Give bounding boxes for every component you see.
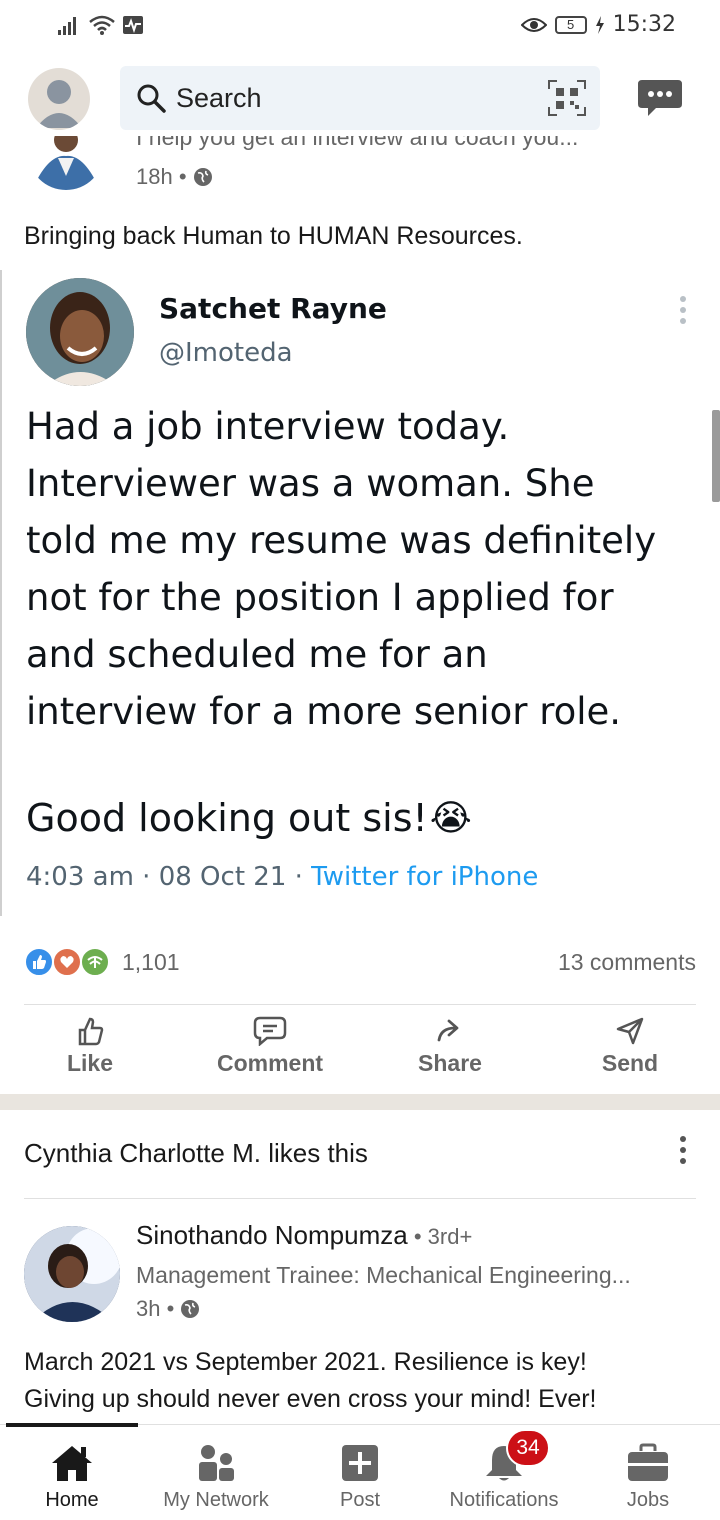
activity-icon xyxy=(123,16,143,34)
tweet-text: Had a job interview today. Interviewer w… xyxy=(26,398,706,740)
messaging-icon[interactable] xyxy=(636,78,684,120)
signal-icon xyxy=(58,17,76,35)
connection-degree: • 3rd+ xyxy=(407,1224,473,1249)
like-icon xyxy=(78,1017,104,1046)
crying-emoji-icon: 😭 xyxy=(429,797,472,839)
scrollbar[interactable] xyxy=(712,410,720,502)
charging-icon xyxy=(595,15,604,34)
tweet-line: Interviewer was a woman. She xyxy=(26,462,595,505)
post-time-text: 18h • xyxy=(136,164,187,189)
comment-button[interactable]: Comment xyxy=(180,1016,360,1086)
like-label: Like xyxy=(66,1050,114,1076)
nav-my-network-label: My Network xyxy=(163,1489,269,1511)
tweet-author-name: Satchet Rayne xyxy=(159,292,387,325)
tweet-more-icon xyxy=(680,296,686,324)
nav-notifications-label: Notifications xyxy=(449,1489,559,1511)
post-text: Bringing back Human to HUMAN Resources. xyxy=(24,222,523,250)
search-placeholder: Search xyxy=(176,82,262,113)
tweet-screenshot-image[interactable]: Satchet Rayne @Imoteda Had a job intervi… xyxy=(0,270,720,916)
author-headline: Management Trainee: Mechanical Engineeri… xyxy=(136,1262,631,1288)
feed-separator xyxy=(0,1094,720,1110)
wifi-icon xyxy=(89,15,115,35)
bottom-navigation: Home My Network Post 34 Notifications Jo… xyxy=(0,1423,720,1520)
tweet-signoff: Good looking out sis! 😭 xyxy=(26,796,472,840)
social-activity-text: Cynthia Charlotte M. likes this xyxy=(24,1138,368,1168)
tweet-line: told me my resume was definitely xyxy=(26,519,657,562)
post-time-text: 3h • xyxy=(136,1296,175,1321)
tweet-source: Twitter for iPhone xyxy=(311,862,539,892)
nav-post[interactable]: Post xyxy=(288,1425,432,1520)
nav-my-network[interactable]: My Network xyxy=(144,1425,288,1520)
tweet-avatar xyxy=(26,278,134,386)
tweet-line: Had a job interview today. xyxy=(26,405,510,448)
nav-jobs-label: Jobs xyxy=(626,1489,670,1511)
comment-label: Comment xyxy=(216,1050,324,1076)
clock: 15:32 xyxy=(612,12,676,37)
tweet-author-handle: @Imoteda xyxy=(159,338,293,368)
comments-count[interactable]: 13 comments xyxy=(558,949,696,976)
post-actions: Like Comment Share Send xyxy=(0,1016,720,1086)
send-icon xyxy=(616,1017,644,1045)
divider xyxy=(24,1004,696,1005)
author-name[interactable]: Sinothando Nompumza • 3rd+ xyxy=(136,1220,472,1251)
nav-jobs[interactable]: Jobs xyxy=(576,1425,720,1520)
author-avatar[interactable] xyxy=(24,1226,120,1322)
post-text: March 2021 vs September 2021. Resilience… xyxy=(24,1344,704,1418)
send-button[interactable]: Send xyxy=(540,1016,720,1086)
tweet-line: and scheduled me for an xyxy=(26,633,488,676)
my-network-icon xyxy=(199,1445,234,1481)
send-label: Send xyxy=(601,1050,659,1076)
post-time: 3h • xyxy=(136,1296,200,1322)
post-text-line: March 2021 vs September 2021. Resilience… xyxy=(24,1348,587,1376)
tweet-signoff-text: Good looking out sis! xyxy=(26,796,428,840)
social-counts[interactable]: 1,101 13 comments xyxy=(24,944,696,980)
post-author-header[interactable]: I help you get an interview and coach yo… xyxy=(0,124,720,200)
nav-home[interactable]: Home xyxy=(0,1425,144,1520)
like-reaction-icon xyxy=(24,947,54,977)
love-reaction-icon xyxy=(52,947,82,977)
qr-code-icon[interactable] xyxy=(548,80,586,116)
notifications-badge: 34 xyxy=(506,1429,550,1467)
comment-icon xyxy=(253,1016,287,1046)
profile-avatar[interactable] xyxy=(28,68,90,130)
like-button[interactable]: Like xyxy=(0,1016,180,1086)
tweet-timestamp: 4:03 am · 08 Oct 21 · Twitter for iPhone xyxy=(26,862,538,892)
tweet-time: 4:03 am · 08 Oct 21 · xyxy=(26,862,312,892)
post-icon xyxy=(342,1445,378,1481)
battery-icon: 5 xyxy=(554,15,587,34)
author-avatar[interactable] xyxy=(28,136,104,190)
nav-post-label: Post xyxy=(339,1489,381,1511)
eye-icon xyxy=(520,17,547,32)
share-button[interactable]: Share xyxy=(360,1016,540,1086)
briefcase-icon xyxy=(628,1443,668,1481)
author-name-text: Sinothando Nompumza xyxy=(136,1220,408,1250)
globe-icon xyxy=(193,168,212,186)
share-icon xyxy=(437,1019,459,1042)
tweet-line: interview for a more senior role. xyxy=(26,690,622,733)
home-icon xyxy=(52,1446,92,1481)
search-icon xyxy=(137,84,166,113)
post-time: 18h • xyxy=(136,164,213,190)
divider xyxy=(24,1198,696,1199)
nav-home-label: Home xyxy=(45,1489,99,1511)
support-reaction-icon xyxy=(80,947,110,977)
tweet-line: not for the position I applied for xyxy=(26,576,614,619)
search-bar[interactable]: Search xyxy=(120,66,600,130)
status-bar: 5 15:32 xyxy=(0,0,720,56)
globe-icon xyxy=(181,1300,200,1318)
nav-notifications[interactable]: 34 Notifications xyxy=(432,1425,576,1520)
share-label: Share xyxy=(418,1050,482,1076)
post-text-line: Giving up should never even cross your m… xyxy=(24,1385,597,1413)
more-options-icon[interactable] xyxy=(680,1136,686,1164)
reaction-count: 1,101 xyxy=(122,948,180,975)
top-header: Search xyxy=(0,64,720,136)
